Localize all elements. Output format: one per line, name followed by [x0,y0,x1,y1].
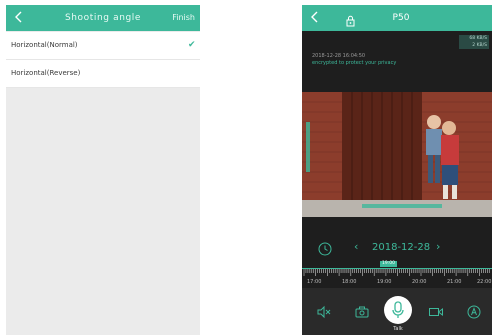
check-icon: ✔ [188,40,196,50]
header-bar: Shooting angle Finish [6,5,200,31]
encryption-notice: encrypted to protect your privacy [312,60,397,66]
page-title: Shooting angle [64,13,142,23]
header-bar: P50 [302,5,492,31]
snapshot-button[interactable] [354,304,370,320]
camera-title: P50 [392,13,410,23]
time-label: 18:00 [342,279,357,285]
record-button[interactable] [428,304,444,320]
current-date: 2018-12-28 [372,242,431,253]
shooting-angle-screen: Shooting angle Finish Horizontal(Normal)… [6,5,200,335]
timeline-ticks [303,269,490,276]
history-button[interactable] [318,241,332,256]
time-label: 17:00 [307,279,322,285]
bitrate-line-1: 68 KB/S [469,36,487,41]
camera-live-screen: P50 68 KB/S 2 KB/S 2018-12-28 16:04:50 e… [302,5,492,335]
previous-date-button[interactable]: ‹ [354,240,358,254]
timestamp: 2018-12-28 16:04:50 [312,53,366,59]
mute-button[interactable] [316,304,332,320]
time-label: 21:00 [447,279,462,285]
date-navigation: ‹ 2018-12-28 › [302,237,492,259]
lock-icon [346,15,355,27]
current-time-marker: 19:00 [380,261,397,267]
microphone-icon [392,301,404,318]
video-feed[interactable] [302,92,492,217]
history-clock-icon [318,242,332,256]
option-label: Horizontal(Reverse) [11,69,81,77]
bottom-toolbar: Talk [302,288,492,335]
chevron-left-icon [311,11,318,23]
lock-button[interactable] [346,12,355,27]
speaker-mute-icon [317,305,331,319]
back-button[interactable] [14,10,26,26]
time-label: 22:00 [477,279,492,285]
auto-mode-icon [467,305,481,319]
playback-timeline[interactable]: 19:00 17:00 18:00 19:00 20:00 21:00 22:0… [302,260,492,288]
talk-label: Talk [393,326,403,332]
bitrate-line-2: 2 KB/S [472,43,487,48]
time-label: 20:00 [412,279,427,285]
time-label: 19:00 [377,279,392,285]
finish-button[interactable]: Finish [161,11,195,25]
back-button[interactable] [310,10,320,29]
chevron-left-icon [15,11,22,23]
talk-button[interactable] [384,296,412,324]
camera-icon [355,306,369,318]
option-horizontal-reverse[interactable]: Horizontal(Reverse) [6,60,200,88]
bitrate-indicator: 68 KB/S 2 KB/S [459,35,489,49]
option-horizontal-normal[interactable]: Horizontal(Normal) ✔ [6,32,200,60]
next-date-button[interactable]: › [436,240,440,254]
camera-image [302,92,492,217]
option-label: Horizontal(Normal) [11,41,78,49]
video-camera-icon [429,308,443,316]
auto-mode-button[interactable] [466,304,482,320]
